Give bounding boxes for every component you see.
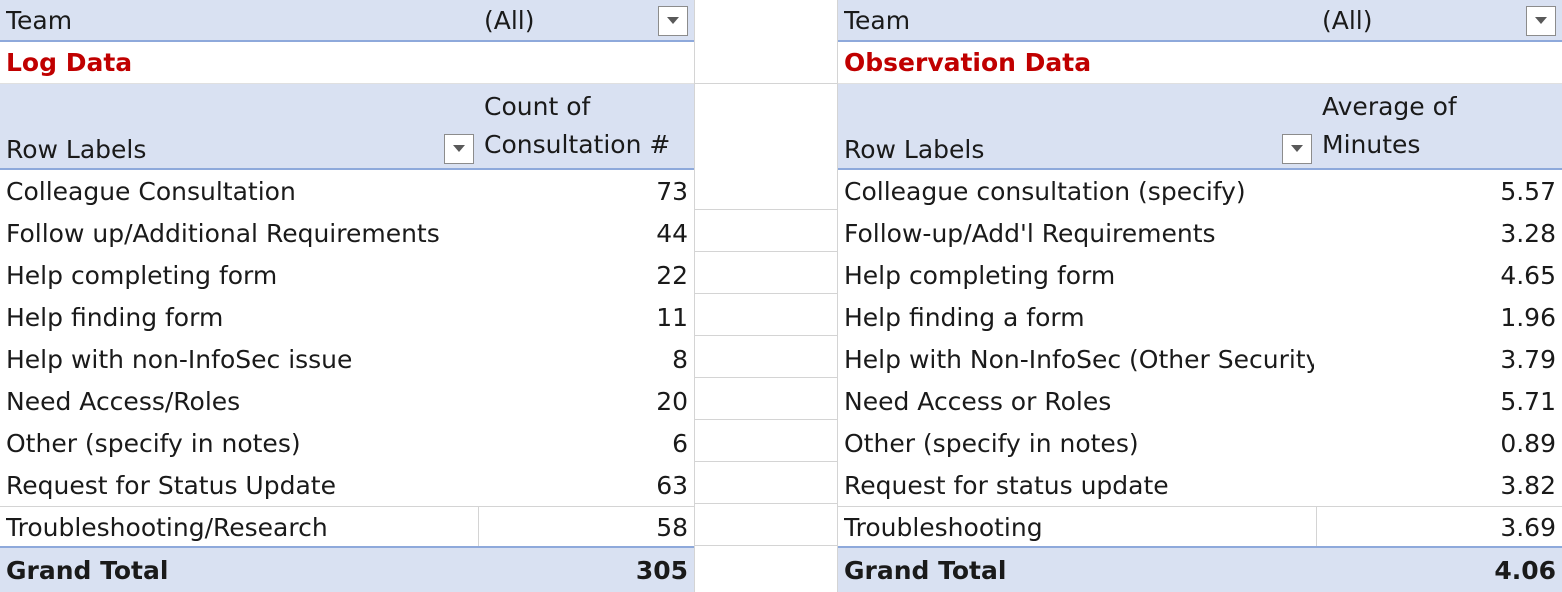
grand-total-value: 4.06 xyxy=(1494,555,1556,585)
row-label: Follow-up/Add'l Requirements xyxy=(844,218,1216,248)
pivot-data-row[interactable]: Need Access/Roles 20 xyxy=(0,380,694,422)
pivot-data-row[interactable]: Need Access or Roles 5.71 xyxy=(838,380,1562,422)
row-label: Request for Status Update xyxy=(6,470,336,500)
pivot-data-row[interactable]: Help completing form 22 xyxy=(0,254,694,296)
chevron-down-icon xyxy=(667,17,679,24)
pivot-data-row[interactable]: Help completing form 4.65 xyxy=(838,254,1562,296)
row-value: 63 xyxy=(656,470,688,500)
row-label: Colleague consultation (specify) xyxy=(844,176,1246,206)
value-header: Average of Minutes xyxy=(1322,84,1457,168)
row-label: Help completing form xyxy=(844,260,1116,290)
row-value: 3.28 xyxy=(1500,218,1556,248)
row-label: Request for status update xyxy=(844,470,1169,500)
pivot-data-row[interactable]: Other (specify in notes) 6 xyxy=(0,422,694,464)
row-value: 3.69 xyxy=(1500,513,1556,542)
chevron-down-icon xyxy=(1291,145,1303,152)
pivot-title: Log Data xyxy=(6,48,133,77)
pivot-header-row: Row Labels Count of Consultation # xyxy=(0,84,694,170)
row-value: 73 xyxy=(656,176,688,206)
pivot-title-row: Observation Data xyxy=(838,42,1562,84)
value-header: Count of Consultation # xyxy=(484,84,670,168)
pivot-data-row[interactable]: Troubleshooting/Research 58 xyxy=(0,506,694,548)
row-label: Help finding a form xyxy=(844,302,1085,332)
pivot-data-row[interactable]: Follow-up/Add'l Requirements 3.28 xyxy=(838,212,1562,254)
team-filter-dropdown[interactable] xyxy=(658,6,688,36)
row-label: Help with Non-InfoSec (Other Security xyxy=(844,344,1314,374)
grand-total-label: Grand Total xyxy=(6,555,169,585)
row-value: 6 xyxy=(672,428,688,458)
row-label: Troubleshooting/Research xyxy=(6,513,328,542)
row-labels-filter-dropdown[interactable] xyxy=(1282,134,1312,164)
row-value: 44 xyxy=(656,218,688,248)
pivot-data-row[interactable]: Colleague Consultation 73 xyxy=(0,170,694,212)
pivot-header-row: Row Labels Average of Minutes xyxy=(838,84,1562,170)
row-label: Need Access or Roles xyxy=(844,386,1112,416)
row-labels-filter-dropdown[interactable] xyxy=(444,134,474,164)
row-label: Help completing form xyxy=(6,260,278,290)
chevron-down-icon xyxy=(453,145,465,152)
log-data-pivot: Team (All) Log Data Row Labels Count of … xyxy=(0,0,694,592)
pivot-data-row[interactable]: Colleague consultation (specify) 5.57 xyxy=(838,170,1562,212)
row-value: 11 xyxy=(656,302,688,332)
row-value: 3.79 xyxy=(1500,344,1556,374)
pivot-data-row[interactable]: Request for status update 3.82 xyxy=(838,464,1562,506)
pivot-data-row[interactable]: Troubleshooting 3.69 xyxy=(838,506,1562,548)
row-value: 4.65 xyxy=(1500,260,1556,290)
row-value: 8 xyxy=(672,344,688,374)
pivot-data-row[interactable]: Help finding a form 1.96 xyxy=(838,296,1562,338)
chevron-down-icon xyxy=(1535,17,1547,24)
row-label: Other (specify in notes) xyxy=(6,428,301,458)
row-value: 5.71 xyxy=(1500,386,1556,416)
team-filter-value: (All) xyxy=(1322,5,1373,35)
row-value: 20 xyxy=(656,386,688,416)
grand-total-row: Grand Total 305 xyxy=(0,546,694,592)
team-filter-dropdown[interactable] xyxy=(1526,6,1556,36)
pivot-data-row[interactable]: Follow up/Additional Requirements 44 xyxy=(0,212,694,254)
row-label: Need Access/Roles xyxy=(6,386,241,416)
row-value: 58 xyxy=(656,513,688,542)
row-value: 22 xyxy=(656,260,688,290)
pivot-title-row: Log Data xyxy=(0,42,694,84)
row-value: 5.57 xyxy=(1500,176,1556,206)
row-labels-header: Row Labels xyxy=(844,135,985,164)
row-value: 0.89 xyxy=(1500,428,1556,458)
pivot-data-row[interactable]: Help with non-InfoSec issue 8 xyxy=(0,338,694,380)
grand-total-label: Grand Total xyxy=(844,555,1007,585)
value-header-line1: Average of xyxy=(1322,92,1457,121)
team-filter-row: Team (All) xyxy=(0,0,694,42)
pivot-data-row[interactable]: Request for Status Update 63 xyxy=(0,464,694,506)
grand-total-row: Grand Total 4.06 xyxy=(838,546,1562,592)
value-header-line2: Minutes xyxy=(1322,130,1421,159)
row-label: Help with non-InfoSec issue xyxy=(6,344,353,374)
value-header-line1: Count of xyxy=(484,92,591,121)
team-filter-label: Team xyxy=(6,5,73,35)
pivot-title: Observation Data xyxy=(844,48,1092,77)
observation-data-pivot: Team (All) Observation Data Row Labels A… xyxy=(838,0,1562,592)
pivot-data-row[interactable]: Help with Non-InfoSec (Other Security 3.7… xyxy=(838,338,1562,380)
pivot-data-row[interactable]: Other (specify in notes) 0.89 xyxy=(838,422,1562,464)
row-label: Help finding form xyxy=(6,302,224,332)
team-filter-label: Team xyxy=(844,5,911,35)
row-label: Other (specify in notes) xyxy=(844,428,1139,458)
value-header-line2: Consultation # xyxy=(484,130,671,159)
row-value: 1.96 xyxy=(1500,302,1556,332)
row-labels-header: Row Labels xyxy=(6,135,147,164)
team-filter-row: Team (All) xyxy=(838,0,1562,42)
row-value: 3.82 xyxy=(1500,470,1556,500)
row-label: Follow up/Additional Requirements xyxy=(6,218,440,248)
row-label: Troubleshooting xyxy=(844,513,1043,542)
row-label: Colleague Consultation xyxy=(6,176,296,206)
grand-total-value: 305 xyxy=(635,555,688,585)
pivot-data-row[interactable]: Help finding form 11 xyxy=(0,296,694,338)
spreadsheet-gap-column xyxy=(694,0,838,592)
team-filter-value: (All) xyxy=(484,5,535,35)
